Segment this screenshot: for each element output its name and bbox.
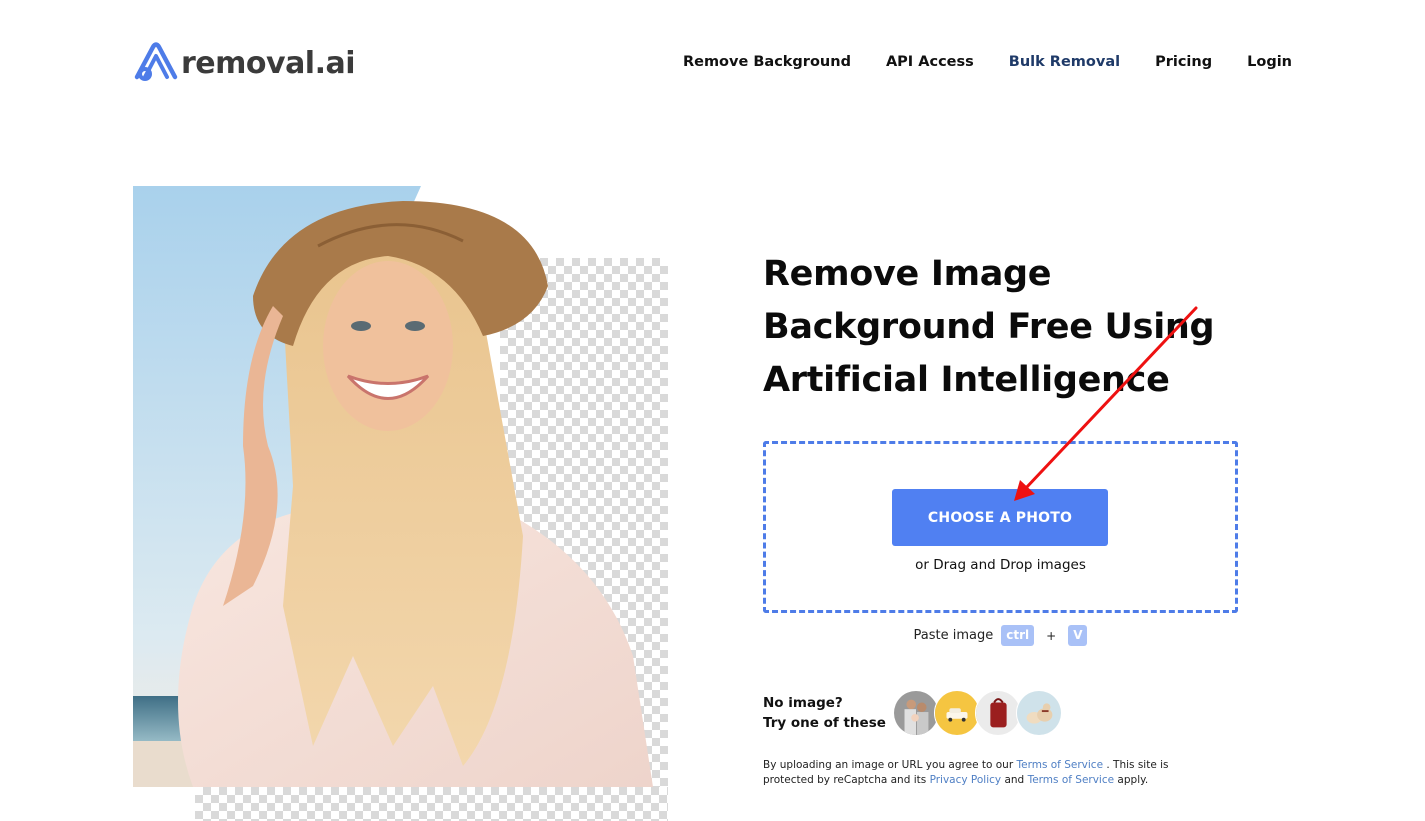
sample-thumbnails xyxy=(893,690,1062,736)
main-nav: Remove Background API Access Bulk Remova… xyxy=(683,52,1292,72)
nav-bulk-removal[interactable]: Bulk Removal xyxy=(1009,52,1120,72)
legal-text-3: and xyxy=(1001,774,1028,786)
page-headline: Remove Image Background Free Using Artif… xyxy=(763,248,1263,407)
samples-label-line-2: Try one of these xyxy=(763,715,886,731)
paste-label: Paste image xyxy=(913,628,994,643)
logo-text: removal.ai xyxy=(181,46,356,81)
transparency-checkerboard-bottom xyxy=(195,787,668,821)
ctrl-key-badge: ctrl xyxy=(1001,625,1035,646)
legal-text-1: By uploading an image or URL you agree t… xyxy=(763,759,1017,771)
hero-image xyxy=(133,186,668,787)
logo[interactable]: removal.ai xyxy=(133,41,356,87)
terms-of-service-link-2[interactable]: Terms of Service xyxy=(1028,774,1115,786)
removal-ai-logo-icon xyxy=(133,41,179,87)
sample-thumb-family[interactable] xyxy=(893,690,939,736)
choose-photo-button[interactable]: CHOOSE A PHOTO xyxy=(892,489,1108,546)
terms-of-service-link[interactable]: Terms of Service xyxy=(1017,759,1104,771)
nav-api-access[interactable]: API Access xyxy=(886,52,974,72)
samples-label-line-1: No image? xyxy=(763,695,843,711)
legal-text-4: apply. xyxy=(1114,774,1149,786)
drag-drop-hint: or Drag and Drop images xyxy=(915,557,1086,573)
paste-hint: Paste image ctrl + V xyxy=(763,625,1238,646)
samples-label: No image? Try one of these xyxy=(763,693,893,733)
privacy-policy-link[interactable]: Privacy Policy xyxy=(930,774,1002,786)
legal-notice: By uploading an image or URL you agree t… xyxy=(763,758,1203,788)
headline-line-1: Remove Image xyxy=(763,254,1052,294)
v-key-badge: V xyxy=(1068,625,1088,646)
plus-sign: + xyxy=(1046,628,1057,643)
nav-remove-background[interactable]: Remove Background xyxy=(683,52,851,72)
headline-line-2: Background Free Using xyxy=(763,307,1215,347)
headline-line-3: Artificial Intelligence xyxy=(763,360,1170,400)
sample-thumb-car[interactable] xyxy=(934,690,980,736)
nav-login[interactable]: Login xyxy=(1247,52,1292,72)
sample-images: No image? Try one of these xyxy=(763,690,1062,736)
sample-thumb-backpack[interactable] xyxy=(975,690,1021,736)
sample-thumb-dog[interactable] xyxy=(1016,690,1062,736)
nav-pricing[interactable]: Pricing xyxy=(1155,52,1212,72)
